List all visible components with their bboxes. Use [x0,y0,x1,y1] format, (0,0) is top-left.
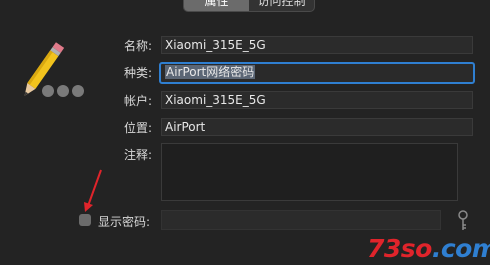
comments-label: 注释: [123,148,152,162]
kind-value: AirPort网络密码 [165,65,256,79]
show-password-label: 显示密码: [98,215,151,229]
account-label: 帐户: [123,94,152,108]
comments-textarea[interactable] [161,143,458,201]
tab-attributes[interactable]: 属性 [184,0,249,11]
password-field[interactable] [161,210,441,230]
kind-label: 种类: [123,66,152,80]
account-field[interactable]: Xiaomi_315E_5G [161,91,473,109]
dot-1 [42,85,54,97]
name-field[interactable]: Xiaomi_315E_5G [161,36,473,54]
name-label: 名称: [123,39,152,53]
where-field[interactable]: AirPort [161,118,473,136]
dot-2 [57,85,69,97]
tab-access-control[interactable]: 访问控制 [249,0,314,11]
watermark-part-a: 73so [367,234,432,263]
watermark: 73so.com [367,234,490,263]
segmented-tabs: 属性 访问控制 [183,0,315,12]
where-label: 位置: [123,121,152,135]
keychain-item-icon [24,38,94,108]
red-arrow [84,169,102,212]
pencil-icon [24,42,65,96]
key-icon[interactable] [456,210,470,232]
dot-3 [72,85,84,97]
watermark-part-b: .com [431,234,490,263]
kind-field[interactable]: AirPort网络密码 [159,62,475,84]
show-password-checkbox[interactable] [79,214,91,226]
